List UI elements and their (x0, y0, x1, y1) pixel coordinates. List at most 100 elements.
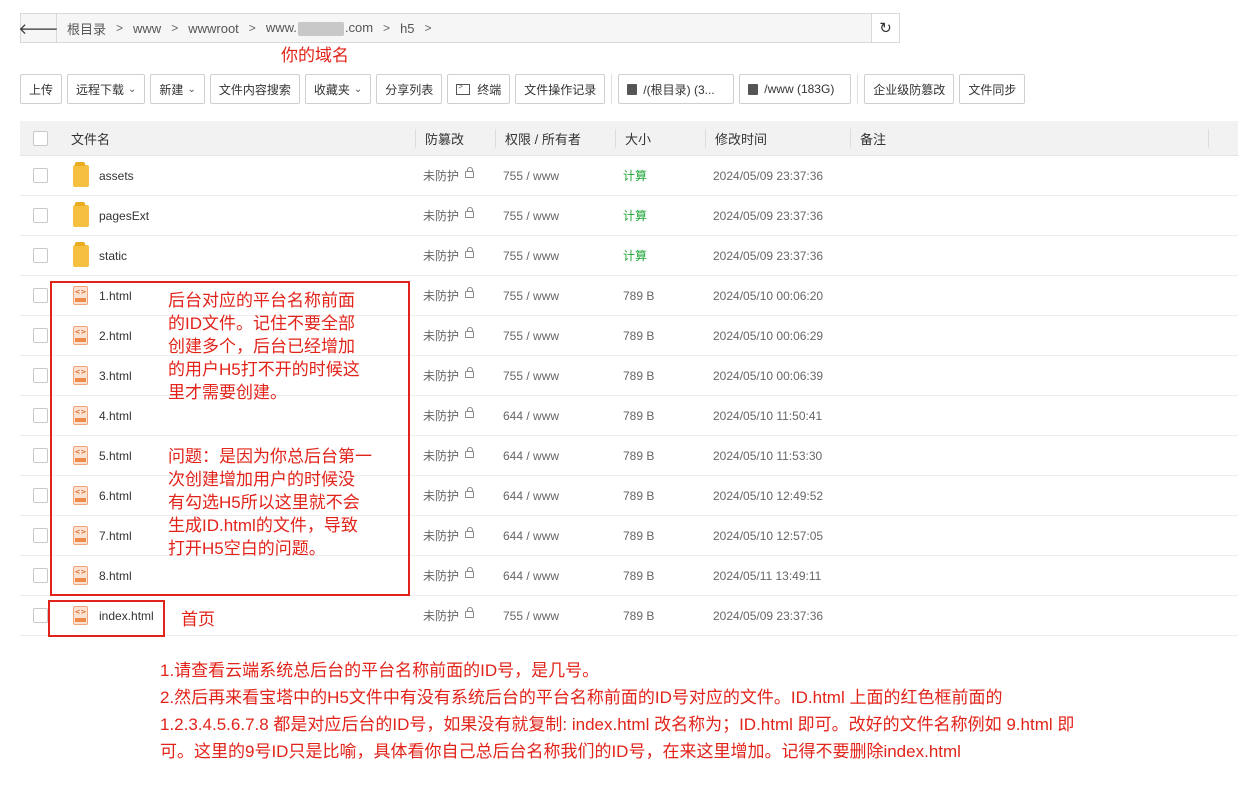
permission[interactable]: 644 / www (503, 476, 559, 515)
unlock-icon (465, 407, 475, 418)
crumb-domain[interactable]: www. .com (262, 20, 377, 36)
disk-root-button[interactable]: /(根目录) (3... (618, 74, 735, 104)
modified-time: 2024/05/09 23:37:36 (713, 208, 824, 223)
file-name[interactable]: pagesExt (99, 196, 149, 235)
unlock-icon (465, 247, 475, 258)
content-search-button[interactable]: 文件内容搜索 (209, 74, 300, 104)
file-size[interactable]: 计算 (623, 156, 647, 195)
crumb-domain-suffix: .com (344, 20, 374, 36)
tamper-status[interactable]: 未防护 (423, 516, 475, 555)
crumb-www[interactable]: www (129, 21, 165, 36)
tamper-protect-button[interactable]: 企业级防篡改 (864, 74, 955, 104)
annotation-line: 问题：是因为你总后台第一 (168, 447, 372, 466)
refresh-button[interactable]: ↻ (871, 14, 899, 42)
permission[interactable]: 755 / www (503, 596, 559, 635)
tamper-status-label: 未防护 (423, 449, 460, 463)
index-file-highlight-box (48, 600, 165, 637)
file-sync-button[interactable]: 文件同步 (959, 74, 1026, 104)
row-checkbox[interactable] (33, 168, 48, 183)
tamper-status[interactable]: 未防护 (423, 596, 475, 635)
table-row[interactable]: assets 未防护 755 / www 计算 2024/05/09 23:37:36 (20, 156, 1238, 196)
row-checkbox[interactable] (33, 288, 48, 303)
tamper-status-label: 未防护 (423, 169, 460, 183)
row-checkbox[interactable] (33, 368, 48, 383)
crumb-wwwroot[interactable]: wwwroot (184, 21, 243, 36)
header-tamper[interactable]: 防篡改 (425, 121, 464, 155)
header-remark[interactable]: 备注 (860, 121, 886, 155)
tamper-status[interactable]: 未防护 (423, 236, 475, 275)
folder-icon (73, 241, 89, 267)
row-checkbox[interactable] (33, 568, 48, 583)
table-row[interactable]: pagesExt 未防护 755 / www 计算 2024/05/09 23:37:3… (20, 196, 1238, 236)
row-checkbox[interactable] (33, 488, 48, 503)
tamper-status[interactable]: 未防护 (423, 396, 475, 435)
upload-button[interactable]: 上传 (20, 74, 63, 104)
row-checkbox[interactable] (33, 528, 48, 543)
remote-download-button[interactable]: 远程下载 ⌄ (67, 74, 146, 104)
row-select-cell (33, 196, 48, 235)
file-name[interactable]: assets (99, 156, 134, 195)
row-checkbox[interactable] (33, 328, 48, 343)
instruction-line: 1.请查看云端系统总后台的平台名称前面的ID号，是几号。 (160, 661, 600, 680)
tamper-status[interactable]: 未防护 (423, 196, 475, 235)
annotation-line: 有勾选H5所以这里就不会 (168, 493, 360, 512)
chevron-right-icon: > (383, 21, 391, 35)
header-perm[interactable]: 权限 / 所有者 (505, 121, 581, 155)
file-name[interactable]: static (99, 236, 127, 275)
row-checkbox[interactable] (33, 208, 48, 223)
tamper-status[interactable]: 未防护 (423, 436, 475, 475)
permission[interactable]: 755 / www (503, 316, 559, 355)
tamper-status-label: 未防护 (423, 529, 460, 543)
tamper-status[interactable]: 未防护 (423, 476, 475, 515)
row-checkbox[interactable] (33, 248, 48, 263)
permission[interactable]: 755 / www (503, 196, 559, 235)
permission[interactable]: 644 / www (503, 436, 559, 475)
row-checkbox[interactable] (33, 448, 48, 463)
header-name[interactable]: 文件名 (71, 121, 110, 155)
row-select-cell (33, 156, 48, 195)
file-size: 789 B (623, 288, 655, 303)
crumb-root[interactable]: 根目录 (63, 19, 110, 38)
permission[interactable]: 755 / www (503, 276, 559, 315)
terminal-button[interactable]: 终端 (447, 74, 511, 104)
select-all-checkbox[interactable] (33, 130, 48, 146)
tamper-status[interactable]: 未防护 (423, 156, 475, 195)
tamper-status[interactable]: 未防护 (423, 316, 475, 355)
tamper-status[interactable]: 未防护 (423, 276, 475, 315)
unlock-icon (465, 287, 475, 298)
annotation-line: 里才需要创建。 (168, 383, 287, 402)
row-checkbox[interactable] (33, 608, 48, 623)
table-row[interactable]: static 未防护 755 / www 计算 2024/05/09 23:37:36 (20, 236, 1238, 276)
permission[interactable]: 755 / www (503, 236, 559, 275)
crumb-h5[interactable]: h5 (396, 21, 418, 36)
new-button[interactable]: 新建 ⌄ (150, 74, 205, 104)
permission[interactable]: 644 / www (503, 516, 559, 555)
tamper-status-label: 未防护 (423, 369, 460, 383)
tamper-status-label: 未防护 (423, 329, 460, 343)
column-divider (1208, 129, 1209, 148)
instruction-line: 可。这里的9号ID只是比喻，具体看你自己总后台名称我们的ID号，在来这里增加。记… (160, 742, 961, 761)
modified-time: 2024/05/10 12:57:05 (713, 528, 824, 543)
disk-www-button[interactable]: /www (183G) (739, 74, 852, 104)
header-size[interactable]: 大小 (625, 121, 651, 155)
file-log-button[interactable]: 文件操作记录 (515, 74, 606, 104)
file-icon-cell (73, 156, 89, 195)
tamper-status[interactable]: 未防护 (423, 556, 475, 595)
id-files-annotation: 后台对应的平台名称前面 的ID文件。记住不要全部 创建多个，后台已经增加 的用户… (168, 289, 360, 404)
tamper-status-label: 未防护 (423, 209, 460, 223)
favorites-button[interactable]: 收藏夹 ⌄ (304, 74, 372, 104)
tamper-status-label: 未防护 (423, 489, 460, 503)
permission[interactable]: 644 / www (503, 396, 559, 435)
tamper-status[interactable]: 未防护 (423, 356, 475, 395)
file-size[interactable]: 计算 (623, 196, 647, 235)
permission[interactable]: 755 / www (503, 156, 559, 195)
permission[interactable]: 644 / www (503, 556, 559, 595)
row-checkbox[interactable] (33, 408, 48, 423)
permission[interactable]: 755 / www (503, 356, 559, 395)
header-mtime[interactable]: 修改时间 (715, 121, 767, 155)
back-button[interactable]: 🡐 (18, 14, 59, 42)
refresh-icon: ↻ (879, 20, 892, 37)
share-list-button[interactable]: 分享列表 (376, 74, 443, 104)
chevron-down-icon: ⌄ (353, 83, 363, 95)
file-size[interactable]: 计算 (623, 236, 647, 275)
